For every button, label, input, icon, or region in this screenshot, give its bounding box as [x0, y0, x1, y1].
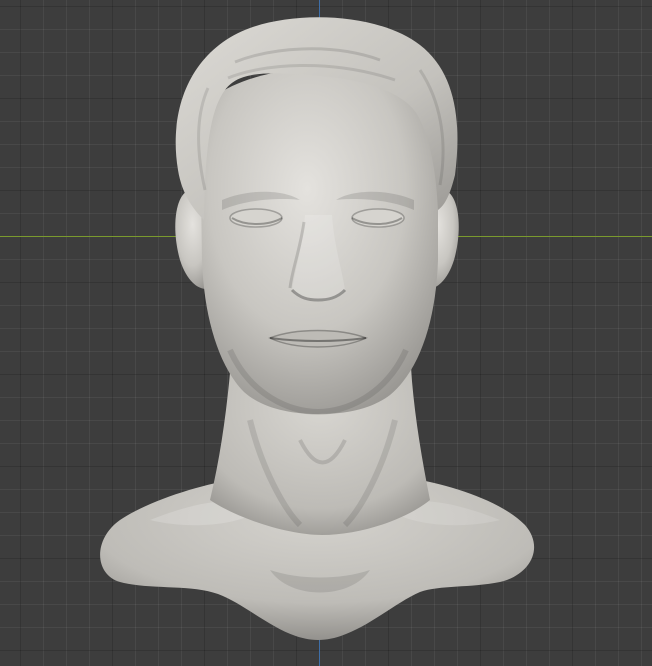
sculpt-model[interactable] [0, 0, 652, 666]
3d-viewport[interactable] [0, 0, 652, 666]
